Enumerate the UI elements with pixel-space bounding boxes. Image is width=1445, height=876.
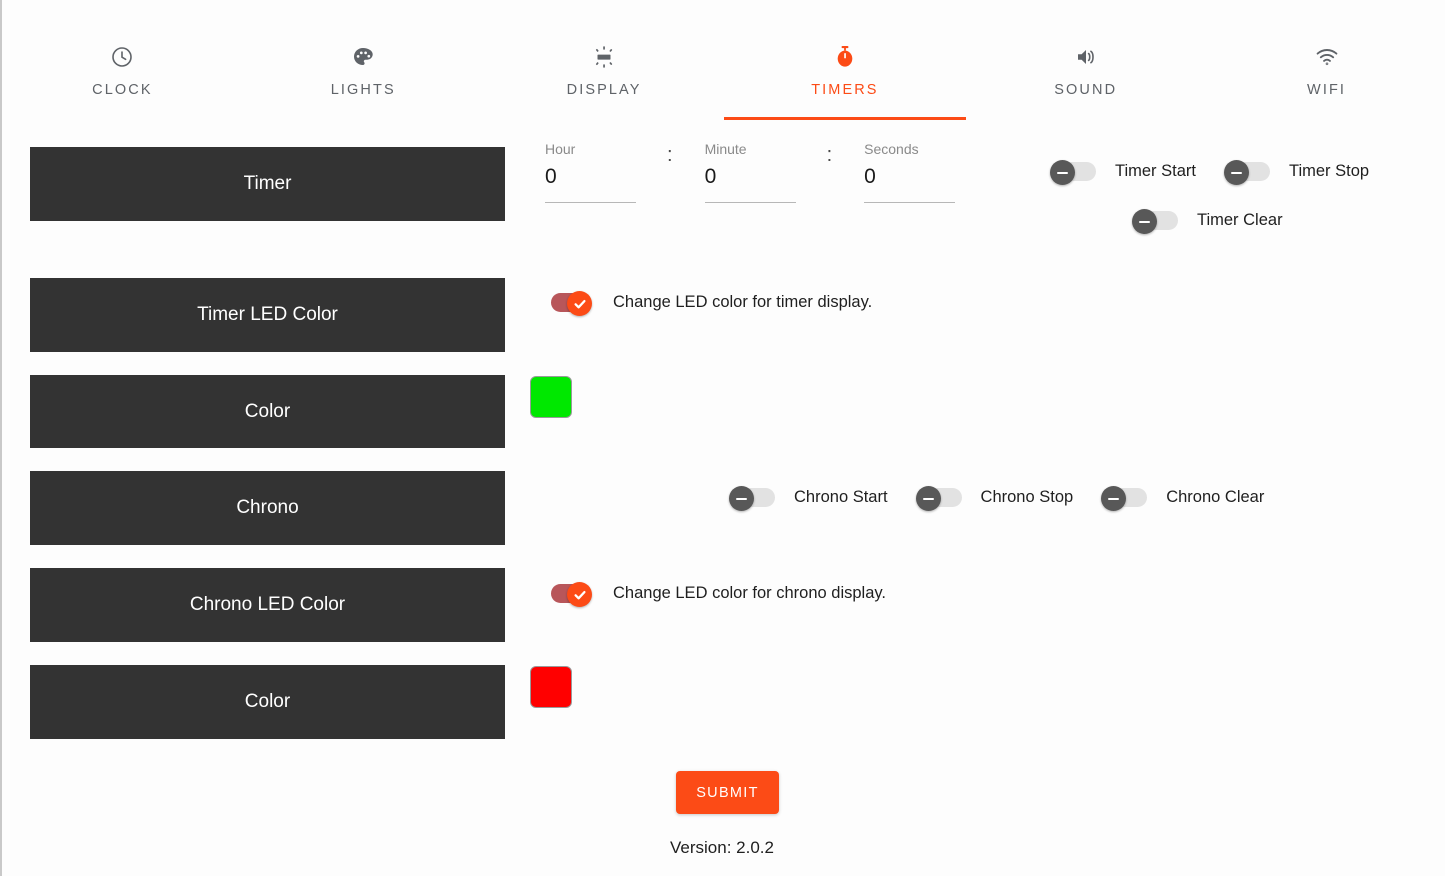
toggle-knob: [729, 486, 754, 511]
hour-input[interactable]: [545, 164, 636, 203]
tab-label: SOUND: [1054, 82, 1118, 98]
timer-led-color-swatch[interactable]: [530, 376, 572, 418]
wifi-icon: [1315, 44, 1339, 70]
chrono-start-group: Chrono Start: [729, 486, 888, 511]
tab-display[interactable]: DISPLAY: [484, 0, 725, 120]
hour-label: Hour: [545, 141, 576, 157]
panel-label: Color: [244, 691, 291, 712]
timer-led-color-toggle[interactable]: [545, 291, 592, 316]
toggle-knob: [567, 291, 592, 316]
timer-start-toggle[interactable]: [1050, 160, 1097, 185]
timer-stop-group: Timer Stop: [1223, 160, 1370, 185]
tab-label: LIGHTS: [330, 82, 396, 98]
seconds-input[interactable]: [864, 164, 956, 203]
minus-icon: [736, 497, 747, 500]
timer-stop-toggle[interactable]: [1223, 160, 1271, 185]
tab-wifi[interactable]: WIFI: [1206, 0, 1445, 120]
time-separator-1: :: [667, 144, 673, 166]
chrono-start-toggle[interactable]: [729, 486, 776, 511]
timer-clear-label: Timer Clear: [1197, 210, 1283, 229]
chrono-led-toggle-label: Change LED color for chrono display.: [613, 583, 887, 602]
chrono-led-color-swatch[interactable]: [530, 666, 572, 708]
minute-field: Minute: [704, 140, 796, 203]
minus-icon: [922, 497, 934, 500]
version-text: Version: 2.0.2: [670, 838, 774, 857]
tab-lights[interactable]: LIGHTS: [243, 0, 484, 120]
seconds-label: Seconds: [864, 141, 919, 157]
check-icon: [573, 588, 587, 602]
seconds-field: Seconds: [864, 140, 956, 203]
minute-input[interactable]: [704, 164, 796, 203]
panel-chrono[interactable]: Chrono: [30, 471, 505, 545]
tab-clock[interactable]: CLOCK: [2, 0, 243, 120]
minute-label: Minute: [704, 141, 747, 157]
tab-label: DISPLAY: [566, 82, 642, 98]
time-separator-2: :: [826, 144, 833, 166]
chrono-stop-label: Chrono Stop: [980, 487, 1074, 506]
chrono-clear-group: Chrono Clear: [1101, 486, 1265, 511]
stopwatch-icon: [833, 44, 857, 70]
toggle-knob: [915, 486, 941, 511]
toggle-knob: [1050, 160, 1075, 185]
timer-start-group: Timer Start: [1050, 160, 1196, 185]
chrono-controls: Chrono Start Chrono Stop Chrono Clear: [729, 486, 1265, 511]
timer-duration-inputs: Hour : Minute : Seconds: [545, 140, 956, 203]
palette-icon: [351, 44, 375, 70]
tab-underline: [723, 117, 966, 120]
timer-led-toggle-label: Change LED color for timer display.: [613, 292, 873, 311]
chrono-clear-label: Chrono Clear: [1166, 487, 1265, 506]
panel-label: Color: [244, 400, 291, 422]
timer-controls: Timer Start Timer Stop Timer Clear: [1050, 160, 1370, 234]
chrono-clear-toggle[interactable]: [1101, 486, 1148, 511]
tab-bar: CLOCK LIGHTS DISPLAY TIMERS SOUND WIFI: [2, 0, 1445, 120]
tab-label: TIMERS: [811, 82, 879, 98]
brightness-icon: [592, 44, 616, 70]
minus-icon: [1139, 220, 1150, 223]
hour-field: Hour: [545, 140, 636, 203]
check-icon: [573, 297, 587, 311]
chrono-stop-group: Chrono Stop: [915, 486, 1074, 511]
toggle-knob: [1101, 486, 1127, 511]
timer-clear-toggle[interactable]: [1132, 209, 1179, 234]
minus-icon: [1108, 497, 1120, 500]
submit-button[interactable]: SUBMIT: [676, 771, 779, 814]
app-window: CLOCK LIGHTS DISPLAY TIMERS SOUND WIFI T…: [0, 0, 1445, 876]
timer-controls-row-1: Timer Start Timer Stop: [1050, 160, 1370, 185]
panel-color-chrono[interactable]: Color: [30, 665, 505, 739]
panel-label: Chrono LED Color: [189, 594, 346, 615]
panel-timer-led-color[interactable]: Timer LED Color: [30, 278, 505, 352]
chrono-stop-toggle[interactable]: [915, 486, 963, 511]
chrono-start-label: Chrono Start: [794, 487, 888, 506]
panel-color-timer[interactable]: Color: [30, 375, 505, 448]
tab-sound[interactable]: SOUND: [965, 0, 1206, 120]
minus-icon: [1057, 171, 1068, 174]
toggle-knob: [1132, 209, 1157, 234]
tab-label: WIFI: [1307, 82, 1347, 98]
timer-led-toggle-row: Change LED color for timer display.: [545, 291, 873, 316]
timer-stop-label: Timer Stop: [1288, 161, 1370, 180]
timer-start-label: Timer Start: [1115, 161, 1196, 180]
tab-label: CLOCK: [92, 82, 153, 98]
tab-timers[interactable]: TIMERS: [723, 0, 966, 120]
minus-icon: [1230, 171, 1242, 174]
panel-label: Chrono: [236, 497, 299, 518]
chrono-led-color-toggle[interactable]: [545, 582, 592, 607]
panel-chrono-led-color[interactable]: Chrono LED Color: [30, 568, 505, 642]
clock-icon: [110, 44, 134, 70]
timer-controls-row-2: Timer Clear: [1132, 209, 1369, 234]
panel-label: Timer: [243, 173, 292, 194]
chrono-led-toggle-row: Change LED color for chrono display.: [545, 582, 887, 607]
panel-label: Timer LED Color: [197, 304, 338, 325]
toggle-knob: [567, 582, 592, 607]
toggle-knob: [1223, 160, 1249, 185]
speaker-icon: [1074, 44, 1098, 70]
panel-timer[interactable]: Timer: [30, 147, 505, 221]
